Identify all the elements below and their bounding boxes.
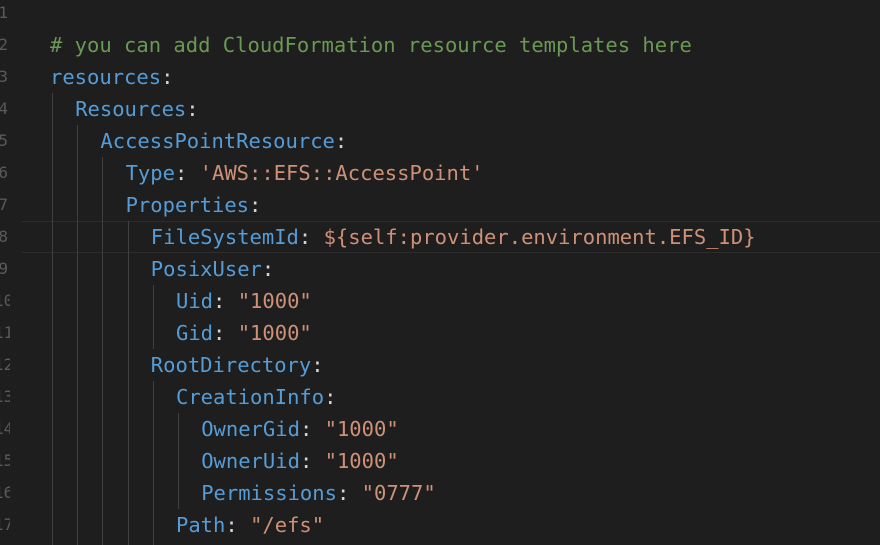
line-number: 14 — [0, 419, 10, 438]
yaml-colon: : — [311, 353, 324, 377]
code-line: OwnerUid: "1000" — [201, 445, 399, 477]
line-number: 1 — [0, 3, 8, 22]
yaml-value: "0777" — [361, 481, 436, 505]
code-line: Path: "/efs" — [176, 509, 324, 541]
yaml-value: ${self:provider.environment.EFS_ID} — [323, 225, 756, 249]
line-number: 13 — [0, 387, 10, 406]
yaml-colon: : — [174, 161, 200, 185]
indent-guide — [52, 93, 53, 545]
code-line: Properties: — [126, 189, 262, 221]
yaml-colon: : — [161, 65, 174, 89]
yaml-value: "/efs" — [250, 513, 325, 537]
indent-guide — [127, 221, 129, 545]
yaml-key: OwnerUid — [201, 449, 300, 473]
yaml-colon: : — [213, 289, 238, 313]
line-number: 11 — [0, 323, 10, 342]
yaml-key: OwnerGid — [201, 417, 300, 441]
line-number: 7 — [0, 195, 8, 214]
yaml-key: PosixUser — [150, 257, 262, 281]
yaml-value: "1000" — [237, 289, 312, 313]
yaml-colon: : — [324, 385, 337, 409]
code-line: Permissions: "0777" — [201, 477, 436, 509]
indent-guide — [102, 157, 104, 545]
line-number: 9 — [0, 259, 8, 278]
yaml-colon: : — [261, 257, 275, 281]
yaml-colon: : — [299, 449, 325, 473]
yaml-key: RootDirectory — [150, 353, 312, 377]
code-line: Uid: "1000" — [176, 285, 312, 317]
yaml-colon: : — [334, 129, 348, 153]
code-line: CreationInfo: — [176, 381, 336, 413]
code-line: # you can add CloudFormation resource te… — [50, 29, 692, 61]
line-number: 12 — [0, 355, 10, 374]
yaml-colon: : — [298, 225, 324, 249]
yaml-colon: : — [299, 417, 325, 441]
line-number: 2 — [0, 35, 8, 54]
yaml-key: Uid — [176, 289, 214, 313]
indent-guide — [152, 285, 154, 349]
yaml-key: Resources — [75, 97, 187, 121]
indent-guide — [152, 381, 154, 545]
yaml-colon: : — [336, 481, 362, 505]
line-number: 6 — [0, 163, 8, 182]
yaml-key: Path — [176, 513, 226, 537]
code-line: OwnerGid: "1000" — [201, 413, 399, 445]
code-comment: # you can add CloudFormation resource te… — [50, 33, 692, 57]
code-editor[interactable]: 1234567891011121314151617 # you can add … — [0, 0, 880, 545]
yaml-colon: : — [249, 193, 262, 217]
yaml-key: resources — [50, 65, 162, 89]
line-number: 4 — [0, 99, 8, 118]
code-line: AccessPointResource: — [100, 125, 347, 157]
line-number: 5 — [0, 131, 8, 150]
line-number: 8 — [0, 227, 8, 246]
line-number: 15 — [0, 451, 10, 470]
yaml-key: FileSystemId — [150, 225, 299, 249]
yaml-value: "1000" — [324, 449, 399, 473]
yaml-key: Properties — [125, 193, 250, 217]
code-line: Resources: — [75, 93, 198, 125]
code-line: Type: 'AWS::EFS::AccessPoint' — [126, 157, 484, 189]
code-line: RootDirectory: — [151, 349, 324, 381]
yaml-colon: : — [225, 513, 251, 537]
yaml-colon: : — [186, 97, 199, 121]
code-line: resources: — [50, 61, 173, 93]
yaml-value: 'AWS::EFS::AccessPoint' — [199, 161, 484, 185]
yaml-key: CreationInfo — [176, 385, 325, 409]
line-number: 17 — [0, 515, 10, 534]
line-number: 16 — [0, 483, 10, 502]
indent-guide — [77, 125, 79, 545]
code-line: FileSystemId: ${self:provider.environmen… — [151, 221, 756, 253]
yaml-key: Gid — [176, 321, 214, 345]
yaml-value: "1000" — [324, 417, 399, 441]
yaml-key: Type — [125, 161, 175, 185]
yaml-colon: : — [213, 321, 238, 345]
yaml-value: "1000" — [237, 321, 312, 345]
line-number: 10 — [0, 291, 10, 310]
yaml-key: AccessPointResource — [100, 129, 335, 153]
line-number-gutter: 1234567891011121314151617 — [0, 0, 10, 545]
yaml-key: Permissions — [201, 481, 337, 505]
indent-guide — [178, 413, 179, 509]
code-line: Gid: "1000" — [176, 317, 312, 349]
code-line: PosixUser: — [151, 253, 274, 285]
line-number: 3 — [0, 67, 8, 86]
